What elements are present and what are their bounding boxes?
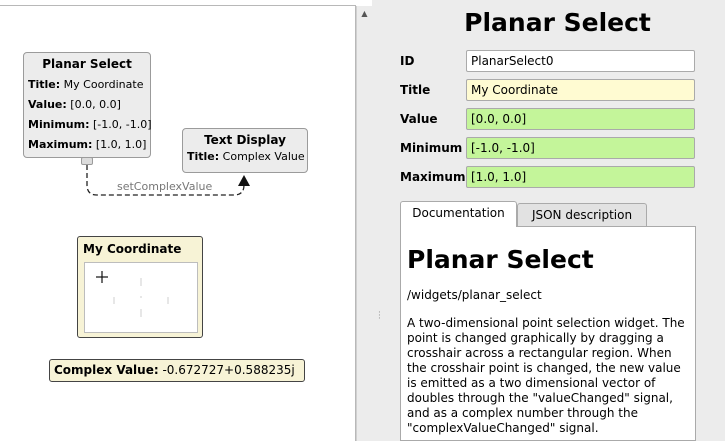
id-field[interactable]: PlanarSelect0 xyxy=(466,50,695,72)
title-label: Title xyxy=(400,83,431,97)
documentation-view: Planar Select /widgets/planar_select A t… xyxy=(400,226,696,441)
canvas-scrollbar[interactable]: ▲ xyxy=(356,6,372,441)
maximum-field[interactable]: [1.0, 1.0] xyxy=(466,166,695,188)
id-label: ID xyxy=(400,54,415,68)
connection-label: setComplexValue xyxy=(117,180,213,193)
node-row-value: Value: [0.0, 0.0] xyxy=(28,98,121,111)
tab-documentation[interactable]: Documentation xyxy=(400,201,517,227)
planar-select-area[interactable] xyxy=(84,262,198,333)
value-field[interactable]: [0.0, 0.0] xyxy=(466,108,695,130)
panel-title: Planar Select xyxy=(464,8,651,37)
splitter-grip-icon[interactable]: · · · xyxy=(378,309,382,324)
node-title: Planar Select xyxy=(42,57,132,71)
coordinate-widget: My Coordinate xyxy=(77,236,203,338)
node-title: Text Display xyxy=(204,133,286,147)
panel-scrollbar[interactable] xyxy=(696,226,704,441)
node-row-title: Title: My Coordinate xyxy=(28,78,144,91)
node-row-minimum: Minimum: [-1.0, -1.0] xyxy=(28,118,152,131)
text-display-node[interactable]: Text Display Title: Complex Value xyxy=(182,128,308,173)
node-row-title: Title: Complex Value xyxy=(187,150,305,163)
planar-select-node[interactable]: Planar Select Title: My Coordinate Value… xyxy=(23,52,152,158)
minimum-field[interactable]: [-1.0, -1.0] xyxy=(466,137,695,159)
node-row-maximum: Maximum: [1.0, 1.0] xyxy=(28,138,147,151)
scroll-up-icon[interactable]: ▲ xyxy=(357,8,372,20)
complex-value-text: -0.672727+0.588235j xyxy=(162,363,295,377)
doc-body: A two-dimensional point selection widget… xyxy=(407,316,685,435)
arrow-head-icon xyxy=(238,175,250,186)
output-port[interactable] xyxy=(81,157,93,165)
complex-value-display: Complex Value: -0.672727+0.588235j xyxy=(49,359,305,382)
title-field[interactable]: My Coordinate xyxy=(466,79,695,101)
graph-canvas[interactable]: setComplexValue Planar Select Title: My … xyxy=(0,0,372,441)
doc-path: /widgets/planar_select xyxy=(407,288,542,302)
splitter[interactable] xyxy=(372,0,390,441)
maximum-label: Maximum xyxy=(400,170,466,184)
value-label: Value xyxy=(400,112,438,126)
widget-title: My Coordinate xyxy=(83,242,182,256)
complex-value-label: Complex Value: xyxy=(54,363,159,377)
properties-panel: Planar Select ID PlanarSelect0 Title My … xyxy=(390,0,725,441)
doc-heading: Planar Select xyxy=(407,245,594,274)
minimum-label: Minimum xyxy=(400,141,463,155)
tab-json-description[interactable]: JSON description xyxy=(517,203,647,227)
